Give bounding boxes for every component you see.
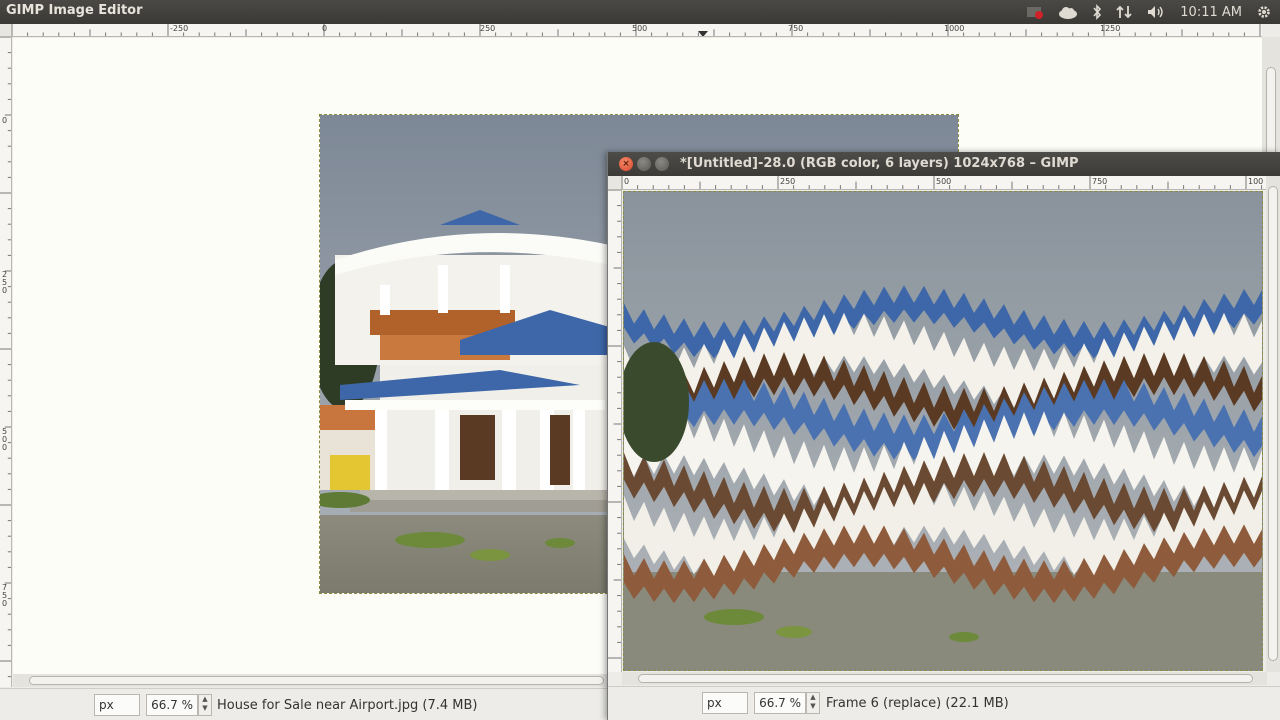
vertical-ruler[interactable]: 0 2 5 0 5 0 0 7 5 0 bbox=[0, 37, 12, 687]
scroll-thumb[interactable] bbox=[638, 674, 1253, 683]
ruler-corner[interactable] bbox=[608, 176, 622, 190]
pointer-marker-icon bbox=[698, 31, 708, 36]
unit-selector[interactable]: px bbox=[702, 692, 748, 714]
ruler-tick-label: 1000 bbox=[944, 24, 965, 33]
ruler-tick-label: 750 bbox=[788, 24, 804, 33]
ruler-tick-label: 500 bbox=[936, 177, 952, 186]
warped-house-image bbox=[624, 192, 1262, 670]
image-info: Frame 6 (replace) (22.1 MB) bbox=[826, 696, 1009, 711]
scroll-thumb[interactable] bbox=[1268, 186, 1278, 661]
second-image-window: × *[Untitled]-28.0 (RGB color, 6 layers)… bbox=[607, 152, 1280, 720]
ruler-tick-label: 0 bbox=[2, 116, 8, 125]
minimize-icon[interactable] bbox=[637, 157, 651, 171]
window-title: *[Untitled]-28.0 (RGB color, 6 layers) 1… bbox=[680, 156, 1079, 171]
zoom-spin-button[interactable]: ▲ ▼ bbox=[198, 694, 212, 716]
clock[interactable]: 10:11 AM bbox=[1180, 5, 1242, 20]
bluetooth-icon[interactable] bbox=[1092, 4, 1102, 20]
settings-gear-icon[interactable] bbox=[1256, 4, 1272, 20]
ruler-tick-label: 0 bbox=[322, 24, 328, 33]
maximize-icon[interactable] bbox=[655, 157, 669, 171]
status-bar: px 66.7 % ▲ ▼ Frame 6 (replace) (22.1 MB) bbox=[608, 686, 1280, 720]
horizontal-scrollbar[interactable] bbox=[13, 674, 608, 687]
system-tray: 10:11 AM bbox=[1026, 0, 1272, 24]
ruler-corner[interactable] bbox=[0, 24, 12, 37]
horizontal-ruler[interactable]: 0 250 500 750 100 bbox=[622, 176, 1267, 190]
ruler-tick-label: 1250 bbox=[1100, 24, 1121, 33]
unit-selector[interactable]: px bbox=[94, 694, 140, 716]
cloud-icon[interactable] bbox=[1058, 5, 1078, 19]
ruler-tick-label: -250 bbox=[170, 24, 189, 33]
top-panel: GIMP Image Editor 10:11 AM bbox=[0, 0, 1280, 24]
ruler-tick-label: 250 bbox=[480, 24, 496, 33]
zoom-field[interactable]: 66.7 % bbox=[754, 692, 806, 714]
status-bar: px 66.7 % ▲ ▼ House for Sale near Airport… bbox=[0, 688, 608, 720]
ruler-tick-label: 0 bbox=[624, 177, 630, 186]
scroll-thumb[interactable] bbox=[29, 676, 604, 685]
ruler-tick-label: 2 5 0 bbox=[2, 270, 8, 295]
vertical-scrollbar[interactable] bbox=[1266, 176, 1280, 672]
horizontal-ruler[interactable]: -250 0 250 500 750 1000 1250 bbox=[12, 24, 1262, 37]
volume-icon[interactable] bbox=[1146, 4, 1166, 20]
zoom-field[interactable]: 66.7 % bbox=[146, 694, 198, 716]
close-icon[interactable]: × bbox=[619, 157, 633, 171]
ruler-tick-label: 750 bbox=[1092, 177, 1108, 186]
ruler-tick-label: 7 5 0 bbox=[2, 583, 8, 608]
ruler-tick-label: 250 bbox=[780, 177, 796, 186]
record-indicator-icon[interactable] bbox=[1026, 5, 1044, 19]
app-title: GIMP Image Editor bbox=[6, 3, 143, 18]
ruler-tick-label: 100 bbox=[1248, 177, 1264, 186]
vertical-ruler[interactable] bbox=[608, 190, 622, 672]
ruler-tick-label: 500 bbox=[632, 24, 648, 33]
distorted-house-canvas[interactable] bbox=[623, 191, 1263, 671]
horizontal-scrollbar[interactable] bbox=[622, 672, 1267, 685]
network-icon[interactable] bbox=[1116, 4, 1132, 20]
window-titlebar[interactable]: × *[Untitled]-28.0 (RGB color, 6 layers)… bbox=[608, 152, 1280, 176]
ruler-tick-label: 5 0 0 bbox=[2, 427, 8, 452]
image-info: House for Sale near Airport.jpg (7.4 MB) bbox=[217, 698, 478, 713]
zoom-spin-button[interactable]: ▲ ▼ bbox=[806, 692, 820, 714]
